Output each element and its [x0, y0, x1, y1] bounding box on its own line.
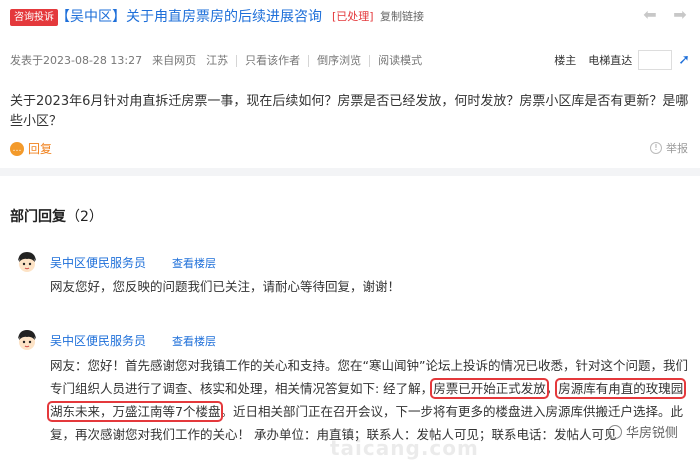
- reply-body: 网友：您好！首先感谢您对我镇工作的关心和支持。您在“寒山闻钟”论坛上投诉的情况已…: [46, 354, 690, 446]
- reverse-order-link[interactable]: 倒序浏览: [317, 52, 361, 70]
- view-floor-link[interactable]: 查看楼层: [172, 255, 216, 271]
- wechat-icon: [608, 424, 622, 439]
- meta-divider: [308, 55, 310, 67]
- floor-owner-label: 楼主: [554, 54, 577, 67]
- watermark-text: 华房锐侧: [626, 426, 679, 441]
- reply-author-link[interactable]: 吴中区便民服务员: [50, 332, 146, 349]
- go-arrow-icon[interactable]: ➚: [678, 50, 690, 70]
- reply-text-part: ，: [545, 381, 559, 396]
- avatar[interactable]: [14, 327, 40, 353]
- elevator-label: 电梯直达: [588, 54, 633, 67]
- reading-mode-link[interactable]: 阅读模式: [378, 52, 422, 70]
- floor-number-input[interactable]: [638, 50, 673, 70]
- post-date: 发表于2023-08-28 13:27: [10, 54, 143, 67]
- heading-text: 部门回复: [10, 209, 66, 225]
- status-badge: [已处理]: [332, 10, 374, 23]
- department-replies-heading: 部门回复（2）: [10, 206, 103, 226]
- floor-tools: 楼主 电梯直达 ➚: [554, 50, 690, 70]
- reply-label: 回复: [28, 142, 53, 156]
- warning-icon: !: [650, 142, 662, 154]
- meta-divider: [369, 55, 371, 67]
- post-region: 江苏: [206, 54, 229, 67]
- view-floor-link[interactable]: 查看楼层: [172, 333, 216, 349]
- highlighted-text: 房票已开始正式发放: [430, 378, 549, 399]
- watermark: 华房锐侧: [608, 422, 678, 441]
- report-label: 举报: [666, 142, 688, 155]
- title-bar: 咨询投诉 【吴中区】 关于甪直房票房的后续进展咨询 [已处理] 复制链接 ⬅ ➡: [0, 0, 700, 36]
- avatar[interactable]: [14, 249, 40, 275]
- post-source: 来自网页: [152, 54, 197, 67]
- reply-body: 网友您好，您反映的问题我们已关注，请耐心等待回复，谢谢！: [50, 279, 401, 294]
- reply-author-link[interactable]: 吴中区便民服务员: [50, 254, 146, 271]
- reply-button[interactable]: … 回复: [10, 140, 52, 157]
- post-meta: 发表于2023-08-28 13:27 来自网页 江苏 只看该作者 倒序浏览 阅…: [10, 52, 422, 70]
- category-badge[interactable]: 咨询投诉: [10, 9, 58, 26]
- avatar-icon: [15, 328, 39, 352]
- meta-divider: [236, 55, 238, 67]
- watermark-site: taicang.com: [330, 436, 479, 460]
- report-button[interactable]: ! 举报: [650, 140, 688, 156]
- post-title: 关于甪直房票房的后续进展咨询: [126, 9, 322, 25]
- section-divider: [0, 168, 700, 176]
- district-label[interactable]: 【吴中区】: [56, 7, 126, 27]
- next-thread-icon[interactable]: ➡: [669, 4, 691, 26]
- reply-count: （2）: [66, 209, 103, 225]
- copy-link-button[interactable]: 复制链接: [380, 9, 424, 25]
- avatar-icon: [15, 250, 39, 274]
- comment-icon: …: [10, 141, 24, 156]
- post-body: 关于2023年6月针对甪直拆迁房票一事，现在后续如何？房票是否已经发放，何时发放…: [10, 94, 689, 129]
- prev-thread-icon[interactable]: ⬅: [639, 4, 661, 26]
- author-only-link[interactable]: 只看该作者: [245, 52, 300, 70]
